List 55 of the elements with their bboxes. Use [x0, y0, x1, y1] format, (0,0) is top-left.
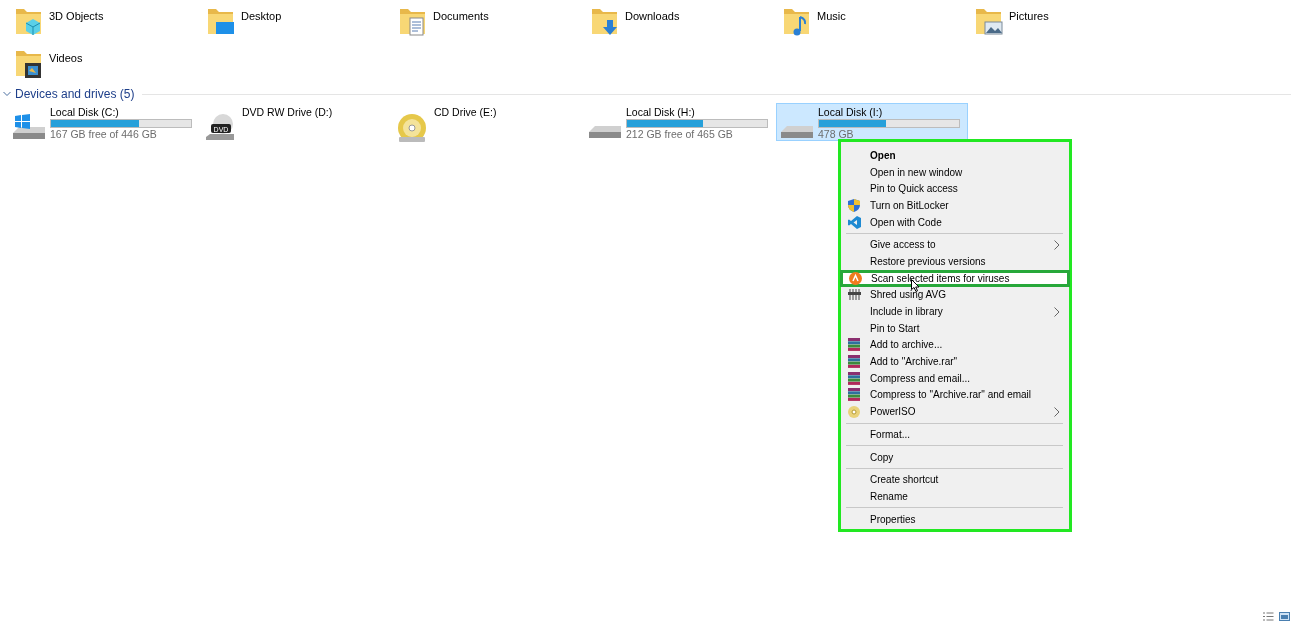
- folder-name[interactable]: Pictures: [1009, 5, 1049, 22]
- folder-name[interactable]: Desktop: [241, 5, 282, 22]
- large-icons-view-icon[interactable]: [1279, 612, 1290, 621]
- menu-item[interactable]: PowerISO: [840, 403, 1070, 420]
- drive-name: CD Drive (E:): [434, 106, 497, 118]
- archive-icon: [848, 338, 860, 352]
- archive-icon: [848, 388, 860, 402]
- menu-item[interactable]: Pin to Quick access: [840, 180, 1070, 198]
- drive-tile[interactable]: CD Drive (E:): [392, 103, 584, 141]
- menu-item[interactable]: Properties: [840, 510, 1070, 528]
- drive-name: Local Disk (I:): [818, 106, 884, 118]
- drive-tile[interactable]: Local Disk (H:) 212 GB free of 465 GB: [584, 103, 776, 141]
- menu-item[interactable]: Give access to: [840, 236, 1070, 254]
- details-view-icon[interactable]: [1263, 612, 1274, 621]
- hard-disk-icon: [588, 125, 622, 139]
- antivirus-icon: [849, 271, 862, 285]
- menu-item[interactable]: Copy: [840, 448, 1070, 466]
- drive-tile[interactable]: Local Disk (I:) 478 GB: [776, 103, 968, 141]
- chevron-icon[interactable]: [3, 91, 11, 97]
- menu-item[interactable]: Compress to "Archive.rar" and email: [840, 386, 1070, 404]
- menu-item[interactable]: Turn on BitLocker: [840, 197, 1070, 214]
- code-editor-icon: [848, 215, 861, 229]
- menu-item[interactable]: Open with Code: [840, 213, 1070, 231]
- menu-item[interactable]: Include in library: [840, 303, 1070, 320]
- menu-item[interactable]: Rename: [840, 488, 1070, 505]
- folder-name[interactable]: 3D Objects: [49, 5, 104, 22]
- menu-item[interactable]: Pin to Start: [840, 319, 1070, 337]
- menu-item[interactable]: Compress and email...: [840, 369, 1070, 387]
- drive-tile[interactable]: Local Disk (C:) 167 GB free of 446 GB: [8, 103, 200, 141]
- drive-name: Local Disk (H:): [626, 106, 696, 118]
- menu-item[interactable]: Create shortcut: [840, 471, 1070, 489]
- menu-item[interactable]: Add to archive...: [840, 336, 1070, 354]
- drive-name: Local Disk (C:): [50, 106, 120, 118]
- section-title[interactable]: Devices and drives (5): [15, 87, 135, 101]
- menu-item[interactable]: Add to "Archive.rar": [840, 353, 1070, 370]
- free-space: 478 GB: [818, 128, 855, 140]
- folder-name[interactable]: Downloads: [625, 5, 680, 22]
- menu-item[interactable]: Restore previous versions: [840, 253, 1070, 270]
- menu-item[interactable]: Open in new window: [840, 163, 1070, 181]
- archive-icon: [848, 371, 860, 385]
- free-space: 212 GB free of 465 GB: [626, 128, 734, 140]
- menu-item[interactable]: Scan selected items for viruses: [840, 269, 1070, 287]
- hard-disk-icon: [780, 125, 814, 139]
- shredder-icon: [848, 289, 861, 301]
- folder-name[interactable]: Videos: [49, 47, 83, 64]
- free-space: 167 GB free of 446 GB: [50, 128, 158, 140]
- shield-icon: [848, 198, 860, 212]
- menu-item[interactable]: Shred using AVG: [840, 286, 1070, 304]
- menu-item[interactable]: Format...: [840, 426, 1070, 443]
- folder-name[interactable]: Music: [817, 5, 846, 22]
- archive-icon: [848, 355, 860, 369]
- menu-item[interactable]: Open: [840, 147, 1070, 164]
- disc-icon: [848, 405, 860, 418]
- folder-name[interactable]: Documents: [433, 5, 489, 22]
- drive-name: DVD RW Drive (D:): [242, 106, 333, 118]
